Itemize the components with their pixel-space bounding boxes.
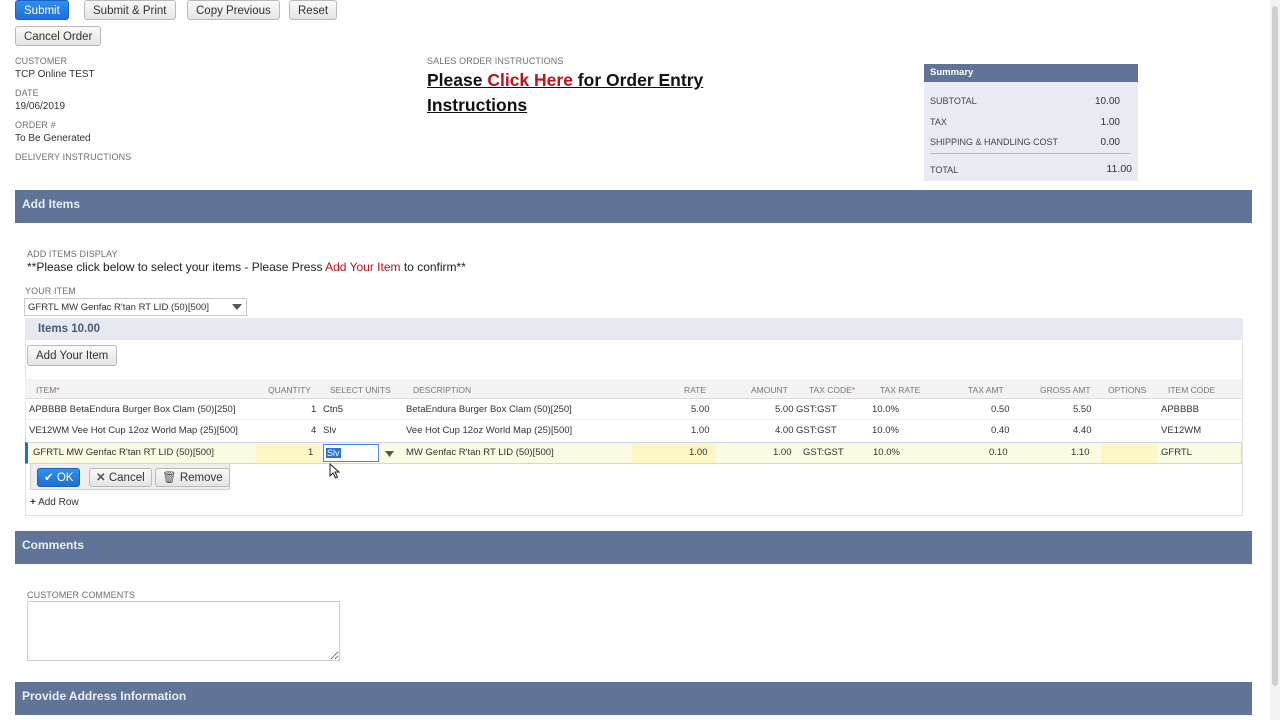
order-entry-instructions: Please Click Here for Order Entry Instru…: [427, 70, 704, 115]
copy-previous-button[interactable]: Copy Previous: [187, 0, 280, 20]
add-items-display-label: ADD ITEMS DISPLAY: [27, 249, 118, 259]
summary-divider: [930, 153, 1130, 154]
cancel-order-button[interactable]: Cancel Order: [15, 26, 102, 46]
tax-rate-cell: 10.0%: [873, 447, 900, 458]
delivery-instructions-label: DELIVERY INSTRUCTIONS: [15, 152, 132, 162]
total-row: TOTAL 11.00: [930, 163, 1132, 175]
units-select[interactable]: Slv: [323, 444, 379, 462]
col-select-units[interactable]: SELECT UNITS: [330, 385, 391, 395]
chevron-down-icon[interactable]: [385, 451, 394, 457]
your-item-select[interactable]: GFRTL MW Genfac R'tan RT LID (50)[500]: [24, 298, 247, 316]
date-value: 19/06/2019: [15, 101, 66, 112]
tax-row: TAX 1.00: [930, 117, 1120, 128]
tax-amt-cell: 0.10: [989, 447, 1008, 458]
tax-code-cell[interactable]: GST:GST: [803, 447, 844, 458]
table-row-editing[interactable]: GFRTL MW Genfac R'tan RT LID (50)[500] 1…: [25, 442, 1242, 464]
add-your-item-button[interactable]: Add Your Item: [27, 345, 118, 366]
address-section-header[interactable]: Provide Address Information: [15, 682, 1252, 715]
items-total-title: Items 10.00: [38, 323, 101, 335]
add-row-button[interactable]: + Add Row: [30, 497, 79, 508]
customer-comments-label: CUSTOMER COMMENTS: [27, 590, 136, 600]
col-amount[interactable]: AMOUNT: [751, 385, 788, 395]
order-number-label: ORDER #: [15, 120, 56, 130]
cancel-row-button[interactable]: ✕ Cancel: [89, 468, 152, 487]
item-cell[interactable]: GFRTL MW Genfac R'tan RT LID (50)[500]: [33, 447, 214, 458]
add-items-section-header[interactable]: Add Items: [15, 190, 1252, 223]
sales-order-instructions-label: SALES ORDER INSTRUCTIONS: [427, 56, 564, 66]
items-grid-header: ITEM* QUANTITY SELECT UNITS DESCRIPTION …: [25, 379, 1242, 399]
subtotal-row: SUBTOTAL 10.00: [930, 96, 1120, 107]
plus-icon: +: [30, 497, 36, 508]
comments-section-header[interactable]: Comments: [15, 531, 1252, 564]
close-icon: ✕: [96, 472, 106, 484]
quantity-cell[interactable]: 1: [308, 447, 313, 458]
customer-comments-textarea[interactable]: [27, 601, 340, 661]
page-scrollbar[interactable]: [1270, 0, 1280, 720]
rate-cell[interactable]: 1.00: [689, 447, 708, 458]
your-item-label: YOUR ITEM: [25, 286, 76, 296]
click-here-link[interactable]: Click Here: [487, 70, 573, 90]
col-quantity[interactable]: QUANTITY: [268, 385, 311, 395]
col-tax-code[interactable]: TAX CODE*: [809, 385, 855, 395]
reset-button[interactable]: Reset: [289, 0, 338, 20]
items-panel-header: Items 10.00: [25, 318, 1243, 340]
col-options[interactable]: OPTIONS: [1108, 385, 1146, 395]
chevron-down-icon: [232, 304, 242, 310]
shipping-row: SHIPPING & HANDLING COST 0.00: [930, 137, 1120, 148]
col-item[interactable]: ITEM*: [36, 385, 60, 395]
customer-label: CUSTOMER: [15, 56, 68, 66]
check-icon: ✔: [44, 472, 54, 484]
description-cell: MW Genfac R'tan RT LID (50)[500]: [406, 447, 554, 458]
col-gross-amt[interactable]: GROSS AMT: [1040, 385, 1091, 395]
col-item-code[interactable]: ITEM CODE: [1168, 385, 1215, 395]
summary-title: Summary: [924, 64, 1138, 82]
customer-value: TCP Online TEST: [15, 69, 95, 80]
ok-button[interactable]: ✔ OK: [37, 468, 81, 487]
amount-cell: 1.00: [773, 447, 792, 458]
add-items-instructions: **Please click below to select your item…: [27, 260, 466, 274]
date-label: DATE: [15, 88, 39, 98]
table-row[interactable]: APBBBB BetaEndura Burger Box Clam (50)[2…: [25, 399, 1242, 420]
col-tax-amt[interactable]: TAX AMT: [968, 385, 1004, 395]
mouse-cursor-icon: [329, 463, 341, 479]
col-tax-rate[interactable]: TAX RATE: [880, 385, 920, 395]
col-rate[interactable]: RATE: [684, 385, 706, 395]
table-row[interactable]: VE12WM Vee Hot Cup 12oz World Map (25)[5…: [25, 420, 1242, 441]
gross-amt-cell: 1.10: [1071, 447, 1090, 458]
summary-panel: Summary SUBTOTAL 10.00 TAX 1.00 SHIPPING &…: [924, 64, 1138, 181]
submit-button[interactable]: Submit: [15, 0, 69, 20]
submit-print-button[interactable]: Submit & Print: [84, 0, 176, 20]
remove-row-button[interactable]: 🗑 Remove: [155, 468, 230, 487]
order-number-value: To Be Generated: [15, 133, 91, 144]
item-code-cell: GFRTL: [1161, 447, 1192, 458]
scrollbar-thumb[interactable]: [1272, 6, 1278, 686]
col-description[interactable]: DESCRIPTION: [413, 385, 471, 395]
trash-icon: 🗑: [162, 472, 177, 484]
options-cell-bg: [1101, 443, 1157, 463]
